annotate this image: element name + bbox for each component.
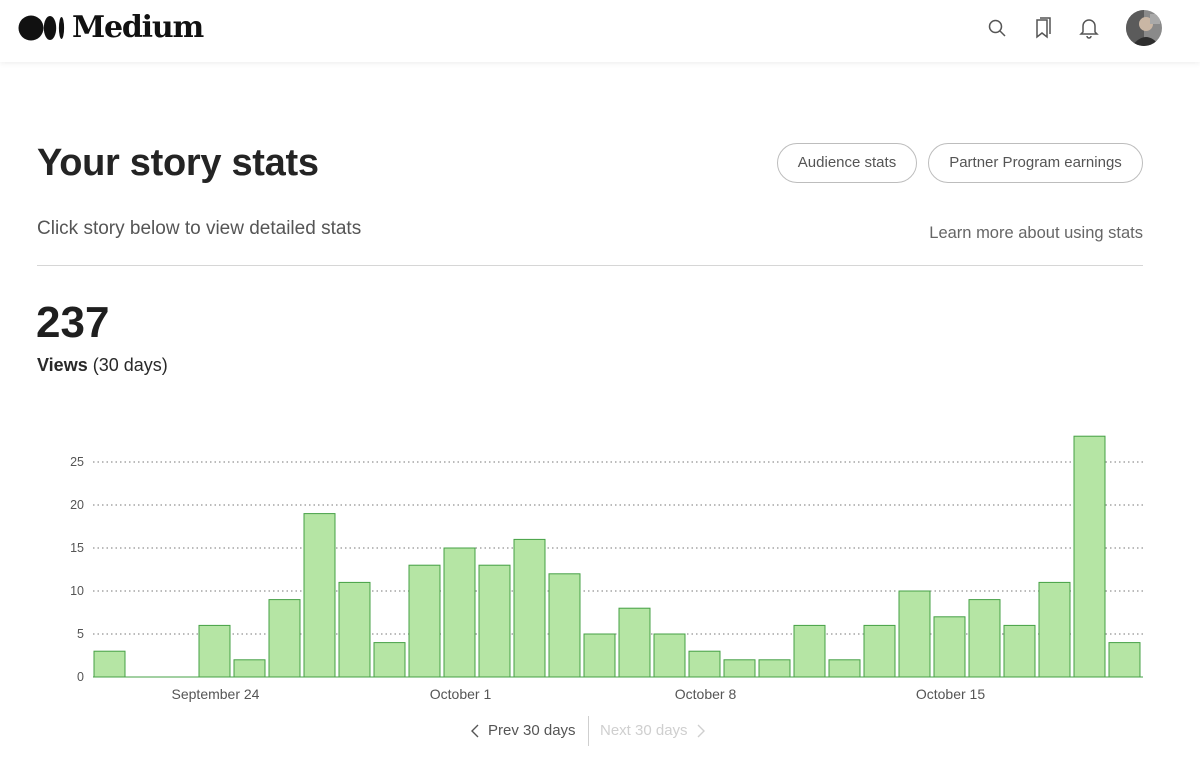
next-30-days-label: Next 30 days [600,722,688,739]
bookmarks-icon[interactable] [1030,15,1056,41]
chart-bar[interactable] [793,624,826,678]
header-actions [984,10,1162,46]
chart-pagination: Prev 30 days Next 30 days [0,716,1200,746]
chart-bar[interactable] [1073,435,1106,678]
chart-bar[interactable] [478,564,511,678]
views-total: 237 [36,298,110,347]
chart-bar[interactable] [898,590,931,678]
learn-more-stats-link[interactable]: Learn more about using stats [929,222,1143,244]
partner-program-earnings-button[interactable]: Partner Program earnings [928,143,1143,183]
chart-bar[interactable] [653,633,686,678]
y-tick-label: 20 [70,498,84,512]
audience-stats-button[interactable]: Audience stats [777,143,917,183]
chart-bar[interactable] [443,547,476,678]
search-icon[interactable] [984,15,1010,41]
avatar[interactable] [1126,10,1162,46]
x-tick-label: September 24 [172,686,260,702]
y-tick-label: 15 [70,541,84,555]
y-tick-label: 25 [70,455,84,469]
page-title: Your story stats [37,142,319,184]
chevron-left-icon [471,724,479,738]
chart-bar[interactable] [723,659,756,678]
x-tick-label: October 1 [430,686,492,702]
chart-bar[interactable] [828,659,861,678]
chart-bar[interactable] [618,607,651,678]
x-tick-label: October 8 [675,686,737,702]
x-tick-label: October 15 [916,686,985,702]
chart-bar[interactable] [513,538,546,678]
top-navigation-bar: Medium [0,0,1200,62]
chevron-right-icon [697,724,705,738]
chart-bar[interactable] [688,650,721,678]
chart-bar[interactable] [93,650,126,678]
chart-bar[interactable] [338,581,371,678]
chart-bar[interactable] [233,659,266,678]
chart-bar[interactable] [373,642,406,678]
bell-icon[interactable] [1076,15,1102,41]
views-caption: Views (30 days) [37,353,168,377]
y-tick-label: 10 [70,584,84,598]
medium-logo[interactable]: Medium [18,10,204,45]
chart-bar[interactable] [268,599,301,678]
chart-bar[interactable] [583,633,616,678]
prev-30-days-button[interactable]: Prev 30 days [470,716,576,746]
chart-bar[interactable] [758,659,791,678]
y-tick-label: 0 [77,670,84,684]
chart-bar[interactable] [408,564,441,678]
chart-bar[interactable] [303,513,336,678]
chart-bar[interactable] [1038,581,1071,678]
next-30-days-button: Next 30 days [600,716,706,746]
views-label: Views [37,355,88,375]
prev-30-days-label: Prev 30 days [488,722,576,739]
y-tick-label: 5 [77,627,84,641]
pagination-separator [588,716,589,746]
logo-wordmark: Medium [72,10,204,45]
chart-bar[interactable] [1003,624,1036,678]
chart-bar[interactable] [1108,642,1141,678]
section-divider [37,265,1143,266]
chart-bar[interactable] [863,624,896,678]
views-period: (30 days) [92,355,168,375]
views-bar-chart: 0 5 10 15 20 25 September 24 October 1 October 8… [70,435,1143,702]
medium-logo-mark-icon [18,15,66,41]
chart-bar[interactable] [198,624,231,678]
chart-bar[interactable] [548,573,581,678]
chart-bar[interactable] [968,599,1001,678]
stats-instruction-text: Click story below to view detailed stats [37,218,362,239]
chart-bar[interactable] [933,616,966,678]
